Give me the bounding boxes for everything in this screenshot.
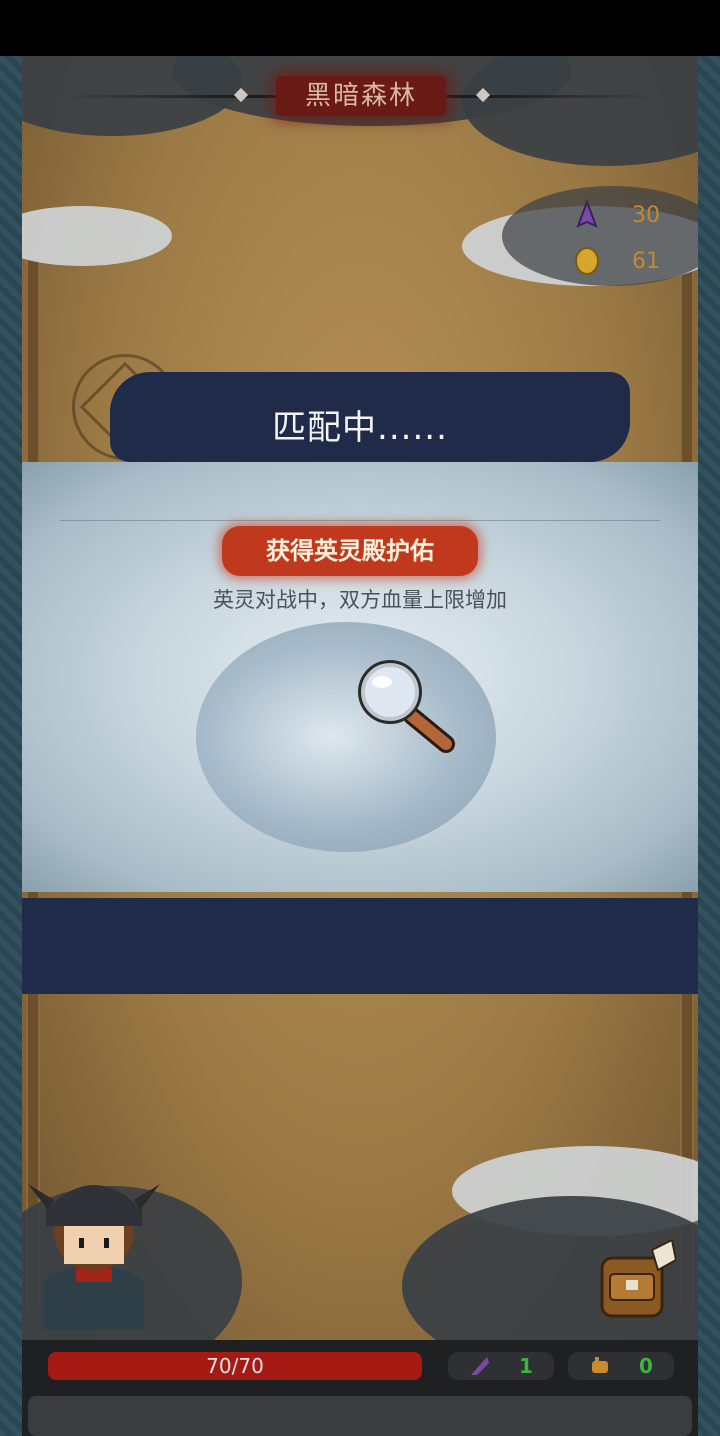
magnifying-glass-icon	[358, 660, 455, 753]
title-ornament	[233, 87, 249, 103]
coin-counter: 61	[574, 246, 660, 276]
cloud	[22, 206, 172, 266]
coin-count: 61	[632, 248, 660, 274]
modal-footer-band	[22, 898, 698, 994]
hp-bar: 70/70	[48, 1352, 422, 1380]
purple-feather-icon	[471, 1357, 490, 1375]
gold-coin-icon	[575, 247, 599, 275]
gem-counter: 30	[574, 200, 660, 230]
crystal-counter: 1	[448, 1352, 554, 1380]
fist-icon	[592, 1357, 609, 1373]
purple-crystal-icon	[576, 200, 598, 228]
backpack-icon[interactable]	[592, 1240, 676, 1324]
matching-description: 英灵对战中，双方血量上限增加	[213, 588, 507, 612]
power-counter: 0	[568, 1352, 674, 1380]
title-ornament	[475, 87, 491, 103]
card-slot-row[interactable]	[28, 1396, 692, 1436]
status-bar	[0, 0, 720, 56]
hero-avatar	[28, 1184, 160, 1330]
power-count: 0	[639, 1354, 653, 1378]
blessing-badge: 获得英灵殿护佑	[222, 526, 478, 576]
region-title-banner: 黑暗森林	[60, 76, 660, 116]
region-title: 黑暗森林	[276, 76, 446, 116]
matching-title: 匹配中......	[272, 408, 448, 448]
gem-count: 30	[632, 202, 660, 228]
crystal-count: 1	[519, 1354, 533, 1378]
panel-divider	[60, 520, 660, 521]
